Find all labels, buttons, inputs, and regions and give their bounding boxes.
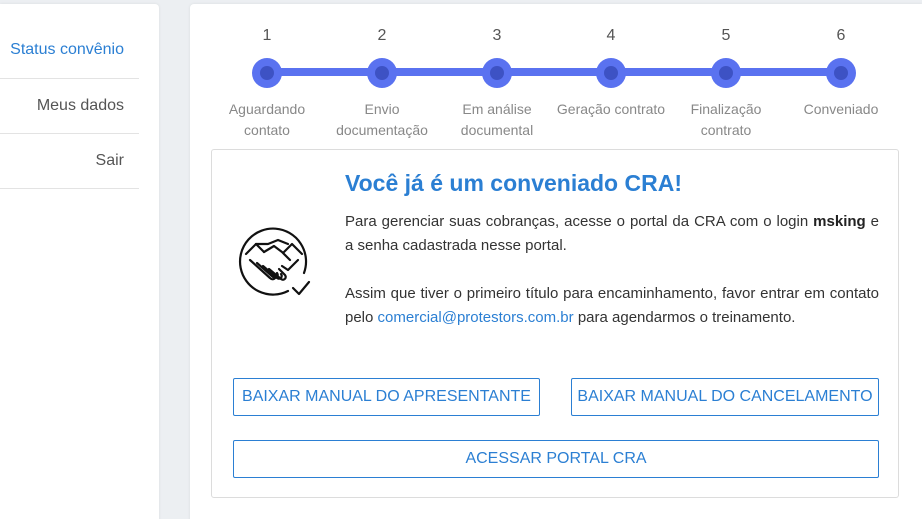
step-dot: [252, 58, 282, 88]
text-segment: Para gerenciar suas cobranças, acesse o …: [345, 213, 814, 230]
sidebar-item-label: Sair: [95, 152, 124, 169]
step-label-line1: Finalização: [690, 101, 762, 117]
step-label: Envio documentação: [322, 99, 442, 141]
step-label-line2: documentação: [336, 122, 428, 138]
step-label: Conveniado: [781, 99, 901, 120]
step-number: 6: [836, 27, 846, 44]
step-number: 1: [262, 27, 272, 44]
step-label-line2: contrato: [700, 122, 752, 138]
step-label-line2: contato: [244, 122, 290, 138]
step-dot: [482, 58, 512, 88]
download-manual-apresentante-button[interactable]: BAIXAR MANUAL DO APRESENTANTE: [233, 378, 540, 416]
step-number: 3: [492, 27, 502, 44]
step-label: Geração contrato: [551, 99, 671, 120]
step-number: 5: [721, 27, 731, 44]
step-dot: [367, 58, 397, 88]
step-1: 1 Aguardando contato: [207, 4, 327, 141]
step-4: 4 Geração contrato: [551, 4, 671, 120]
access-portal-cra-button[interactable]: ACESSAR PORTAL CRA: [233, 440, 879, 478]
text-segment: para agendarmos o treinamento.: [573, 309, 796, 326]
sidebar-item-status-convenio[interactable]: Status convênio: [0, 4, 139, 79]
step-label-line1: Em análise: [462, 101, 532, 117]
step-6: 6 Conveniado: [781, 4, 901, 120]
sidebar-item-meus-dados[interactable]: Meus dados: [0, 79, 139, 134]
step-2: 2 Envio documentação: [322, 4, 442, 141]
step-dot: [596, 58, 626, 88]
step-3: 3 Em análise documental: [437, 4, 557, 141]
step-5: 5 Finalização contrato: [666, 4, 786, 141]
sidebar-item-label: Status convênio: [10, 41, 124, 58]
email-link[interactable]: comercial@protestors.com.br: [378, 309, 574, 326]
sidebar-item-label: Meus dados: [36, 97, 124, 114]
step-number: 2: [377, 27, 387, 44]
main-card: 1 Aguardando contato 2 Envio documentaçã…: [190, 4, 922, 519]
step-dot: [711, 58, 741, 88]
step-dot: [826, 58, 856, 88]
step-label: Aguardando contato: [207, 99, 327, 141]
step-label-line2: documental: [460, 122, 534, 138]
login-value: msking: [813, 213, 866, 230]
step-label-line1: Aguardando: [228, 101, 306, 117]
convenio-panel: Você já é um conveniado CRA! Para gerenc…: [211, 149, 899, 498]
handshake-icon: [238, 227, 311, 296]
paragraph-contact: Assim que tiver o primeiro título para e…: [345, 282, 879, 330]
step-label-line1: Geração contrato: [556, 101, 666, 117]
step-number: 4: [606, 27, 616, 44]
step-label-line1: Envio: [364, 101, 400, 117]
step-label-line1: Conveniado: [803, 101, 879, 117]
panel-title: Você já é um conveniado CRA!: [345, 170, 682, 196]
sidebar-item-sair[interactable]: Sair: [0, 134, 139, 189]
progress-stepper: 1 Aguardando contato 2 Envio documentaçã…: [190, 4, 922, 144]
download-manual-cancelamento-button[interactable]: BAIXAR MANUAL DO CANCELAMENTO: [571, 378, 879, 416]
step-label: Em análise documental: [437, 99, 557, 141]
panel-description: Para gerenciar suas cobranças, acesse o …: [345, 210, 879, 354]
sidebar: Status convênio Meus dados Sair: [0, 4, 159, 519]
step-label: Finalização contrato: [666, 99, 786, 141]
paragraph-login: Para gerenciar suas cobranças, acesse o …: [345, 210, 879, 258]
